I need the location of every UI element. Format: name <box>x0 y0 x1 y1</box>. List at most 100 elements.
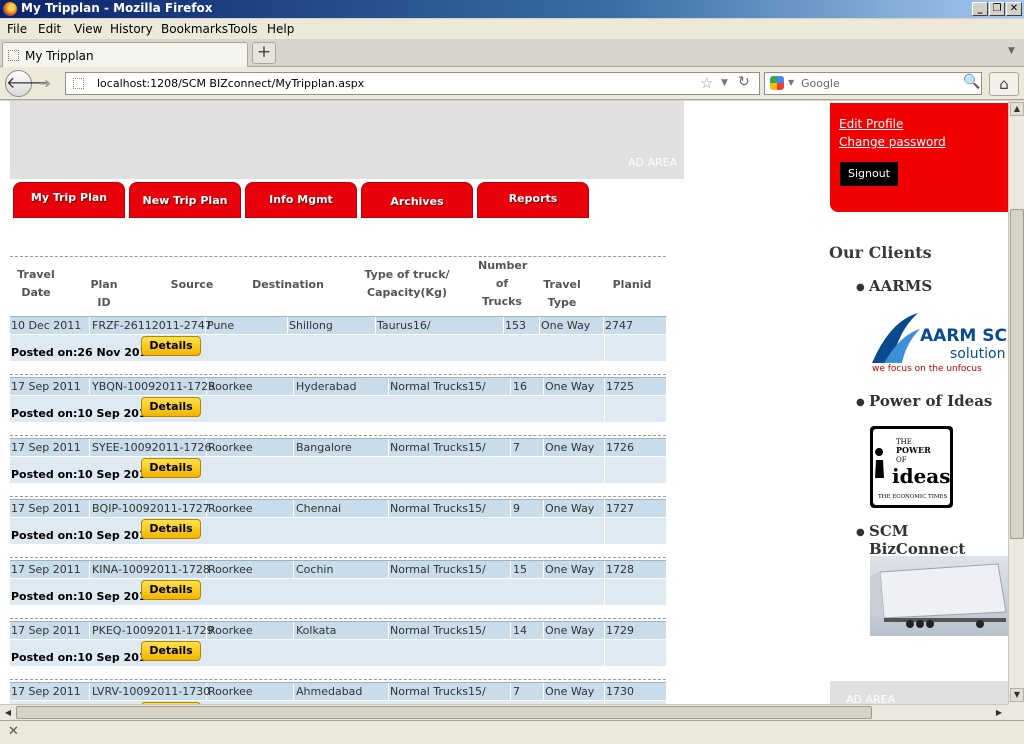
cell-planid: 1725 <box>606 380 634 393</box>
details-button[interactable]: Details <box>141 458 201 478</box>
horizontal-scrollbar[interactable]: ◀ ▶ <box>0 704 1008 720</box>
cell-destination: Kolkata <box>296 624 337 637</box>
tab-new-trip-plan[interactable]: New Trip Plan <box>129 182 241 218</box>
posted-on-label: Posted on:26 Nov 2011 <box>11 346 155 359</box>
ideas-logo-text: POWER <box>896 445 931 455</box>
tab-reports[interactable]: Reports <box>477 182 589 218</box>
home-icon[interactable]: ⌂ <box>989 72 1019 96</box>
details-button[interactable]: Details <box>141 397 201 417</box>
history-dropdown-icon[interactable]: ▼ <box>721 78 728 88</box>
col-header-text: Type of truck/ <box>364 268 450 281</box>
table-row: 17 Sep 2011 YBQN-10092011-1725 Roorkee Hyde… <box>10 377 666 396</box>
tab-my-trip-plan[interactable]: My Trip Plan <box>13 182 125 218</box>
search-icon[interactable]: 🔍 <box>963 74 980 90</box>
site-identity-icon[interactable] <box>73 78 84 89</box>
aarms-tagline: we focus on the unfocus <box>872 364 982 373</box>
cell-divider <box>510 561 511 579</box>
cell-divider <box>543 500 544 518</box>
search-bar[interactable]: ▼ Google 🔍 <box>764 72 982 95</box>
menu-tools[interactable]: Tools <box>228 22 258 36</box>
cell-divider <box>543 561 544 579</box>
back-arrow-icon[interactable]: 🡐 <box>5 70 49 97</box>
cell-divider <box>604 500 605 518</box>
profile-box: Edit Profile Change password Signout <box>830 103 1008 212</box>
details-button[interactable]: Details <box>141 336 201 356</box>
edit-profile-link[interactable]: Edit Profile <box>839 117 903 131</box>
scm-bizconnect-truck-image[interactable] <box>870 556 1008 636</box>
cell-divider <box>510 500 511 518</box>
cell-divider <box>293 683 294 701</box>
details-button[interactable]: Details <box>141 519 201 539</box>
cell-source: Roorkee <box>208 441 253 454</box>
close-icon[interactable]: ✕ <box>1006 2 1022 16</box>
search-input[interactable]: Google <box>801 77 840 90</box>
horizontal-scroll-thumb[interactable] <box>16 706 872 719</box>
bullet: ● <box>856 527 865 538</box>
power-of-ideas-logo[interactable]: THE POWER OF ideas THE ECONOMIC TIMES <box>870 426 953 508</box>
scroll-left-icon[interactable]: ◀ <box>1 706 15 720</box>
cell-travel-date: 17 Sep 2011 <box>11 441 81 454</box>
url-text[interactable]: localhost:1208/SCM BIZconnect/MyTripplan… <box>97 77 364 90</box>
cell-divider <box>89 683 90 701</box>
cell-divider <box>89 439 90 457</box>
google-icon[interactable] <box>770 76 784 90</box>
row-divider <box>10 374 666 375</box>
new-tab-plus-icon[interactable]: + <box>252 42 276 64</box>
vertical-scroll-thumb[interactable] <box>1010 209 1024 539</box>
cell-source: Roorkee <box>208 563 253 576</box>
minimize-icon[interactable]: _ <box>972 2 988 16</box>
restore-icon[interactable]: ❐ <box>989 2 1005 16</box>
aarms-logo-text: AARM SC <box>920 326 1007 346</box>
col-header-text: Trucks <box>482 295 522 308</box>
cell-divider <box>604 335 605 361</box>
tab-label: Reports <box>508 192 558 205</box>
cell-truck-type: Normal Trucks15/ <box>390 441 486 454</box>
scroll-up-icon[interactable]: ▲ <box>1010 102 1024 116</box>
cell-truck-type: Taurus16/ <box>377 319 431 332</box>
details-button[interactable]: Details <box>141 580 201 600</box>
cell-divider <box>604 457 605 483</box>
vertical-scrollbar[interactable]: ▲ ▼ <box>1008 101 1024 704</box>
col-source: Source <box>170 278 214 291</box>
cell-divider <box>604 683 605 701</box>
details-button[interactable]: Details <box>141 641 201 661</box>
posted-on-label: Posted on:10 Sep 2011 <box>11 407 155 420</box>
bullet: ● <box>856 397 865 408</box>
tab-my-tripplan[interactable]: My Tripplan <box>2 42 248 67</box>
close-statusbar-icon[interactable]: ✕ <box>8 724 19 739</box>
cell-divider <box>287 317 288 335</box>
scroll-down-icon[interactable]: ▼ <box>1010 688 1024 702</box>
menu-file[interactable]: File <box>7 22 27 36</box>
menu-edit[interactable]: Edit <box>38 22 61 36</box>
tab-list-chevron-icon[interactable]: ▼ <box>1008 46 1015 56</box>
tab-info-mgmt[interactable]: Info Mgmt <box>245 182 357 218</box>
forward-arrow-icon[interactable]: ➔ <box>34 74 56 94</box>
cell-divider <box>539 317 540 335</box>
cell-divider <box>89 561 90 579</box>
ad-area-label: AD AREA <box>846 693 896 704</box>
col-travel-type: Travel Type <box>543 278 581 309</box>
menu-help[interactable]: Help <box>267 22 294 36</box>
address-bar[interactable]: localhost:1208/SCM BIZconnect/MyTripplan… <box>65 72 760 95</box>
search-engine-dropdown-icon[interactable]: ▼ <box>788 78 794 87</box>
cell-divider <box>375 317 376 335</box>
cell-planid: 1726 <box>606 441 634 454</box>
scroll-right-icon[interactable]: ▶ <box>992 706 1006 720</box>
cell-source: Roorkee <box>208 380 253 393</box>
menu-view[interactable]: View <box>74 22 102 36</box>
cell-divider <box>89 317 90 335</box>
client-name-power-of-ideas: Power of Ideas <box>869 392 993 410</box>
cell-divider <box>293 561 294 579</box>
signout-button[interactable]: Signout <box>840 162 898 186</box>
col-planid: Planid <box>612 278 652 291</box>
change-password-link[interactable]: Change password <box>839 135 946 149</box>
row-divider <box>10 679 666 680</box>
reload-icon[interactable]: ↻ <box>738 74 750 90</box>
cell-truck-count: 7 <box>513 685 520 698</box>
menu-bookmarks[interactable]: Bookmarks <box>161 22 228 36</box>
bookmark-star-icon[interactable]: ☆ <box>700 74 713 92</box>
cell-truck-type: Normal Trucks15/ <box>390 502 486 515</box>
menu-history[interactable]: History <box>110 22 153 36</box>
aarms-logo[interactable]: AARM SC solution we focus on the unfocus <box>870 311 1008 373</box>
tab-archives[interactable]: Archives <box>361 182 473 218</box>
